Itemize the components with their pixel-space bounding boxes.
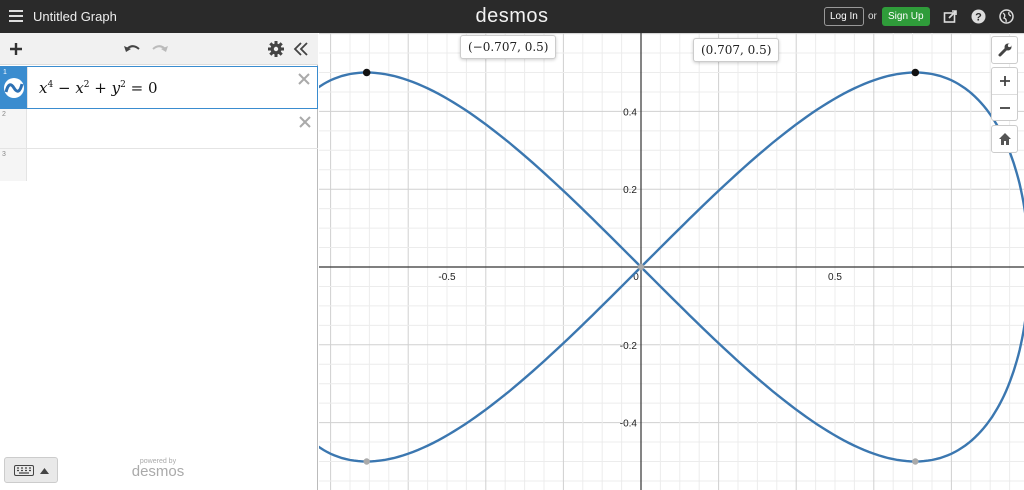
curve-style-icon[interactable]: [3, 77, 25, 99]
share-icon[interactable]: [943, 9, 958, 24]
zoom-in-button[interactable]: [992, 68, 1017, 94]
graph-settings-control[interactable]: [991, 36, 1018, 64]
signup-button[interactable]: Sign Up: [882, 7, 930, 26]
expression-index: 3: [2, 151, 6, 158]
minus-icon: [1000, 107, 1010, 109]
y-tick-label: -0.2: [620, 341, 638, 352]
default-viewport-button[interactable]: [992, 126, 1017, 152]
svg-text:?: ?: [975, 12, 982, 24]
settings-gear-icon[interactable]: [266, 39, 286, 59]
top-bar: Untitled Graph desmos Log In or Sign Up …: [0, 0, 1024, 33]
keyboard-toggle-button[interactable]: [4, 457, 58, 483]
undo-icon[interactable]: [122, 39, 142, 59]
expression-row-2[interactable]: 2: [0, 109, 318, 149]
zoom-controls: [991, 67, 1018, 121]
expression-panel: 1 x4 − x2 + y2 = 0 2 3 powered by desmos: [0, 33, 318, 490]
menu-icon[interactable]: [9, 10, 23, 22]
y-tick-label: -0.4: [620, 419, 638, 430]
delete-expression-icon[interactable]: [297, 72, 311, 86]
poi-marker: [363, 458, 370, 465]
globe-icon[interactable]: [999, 9, 1014, 24]
graph-canvas[interactable]: -1.5--0.500.51.50.40.2-0.2-0.4: [319, 33, 1024, 490]
y-tick-label: 0.2: [623, 185, 637, 196]
poi-marker: [912, 458, 919, 465]
collapse-panel-icon[interactable]: [291, 39, 311, 59]
expression-row-3[interactable]: 3: [0, 149, 318, 181]
login-button[interactable]: Log In: [824, 7, 864, 26]
wrench-icon: [998, 43, 1012, 57]
keyboard-icon: [14, 465, 34, 476]
poi-marker: [637, 263, 645, 271]
x-tick-label: -0.5: [438, 272, 456, 283]
x-tick-label: 0.5: [828, 272, 842, 283]
home-control: [991, 125, 1018, 153]
y-tick-label: 0.4: [623, 107, 637, 118]
or-label: or: [868, 11, 877, 22]
redo-icon[interactable]: [150, 39, 170, 59]
graph-settings-button[interactable]: [992, 37, 1017, 63]
caret-up-icon: [40, 468, 49, 474]
expression-toolbar: [0, 33, 318, 65]
add-icon[interactable]: [6, 39, 26, 59]
expression-index: 2: [2, 111, 6, 118]
point-label-left[interactable]: (−0.707, 0.5): [460, 35, 557, 59]
expression-color-tab: 2: [0, 109, 27, 148]
labeled-point: [362, 68, 371, 77]
plus-icon: [1000, 76, 1010, 86]
expression-color-tab: 3: [0, 149, 27, 181]
expression-color-tab[interactable]: 1: [1, 67, 28, 108]
powered-by-desmos: powered by desmos: [131, 458, 185, 480]
graph-title[interactable]: Untitled Graph: [33, 9, 117, 24]
graph-paper[interactable]: -1.5--0.500.51.50.40.2-0.2-0.4 (−0.707, …: [319, 33, 1024, 490]
expression-math[interactable]: x4 − x2 + y2 = 0: [39, 79, 158, 97]
help-icon[interactable]: ?: [971, 9, 986, 24]
expression-index: 1: [3, 69, 7, 76]
labeled-point: [911, 68, 920, 77]
home-icon: [999, 133, 1011, 145]
expression-row-1[interactable]: 1 x4 − x2 + y2 = 0: [0, 66, 318, 109]
zoom-out-button[interactable]: [992, 94, 1017, 120]
point-label-right[interactable]: (0.707, 0.5): [693, 38, 780, 62]
delete-expression-icon[interactable]: [298, 115, 312, 129]
